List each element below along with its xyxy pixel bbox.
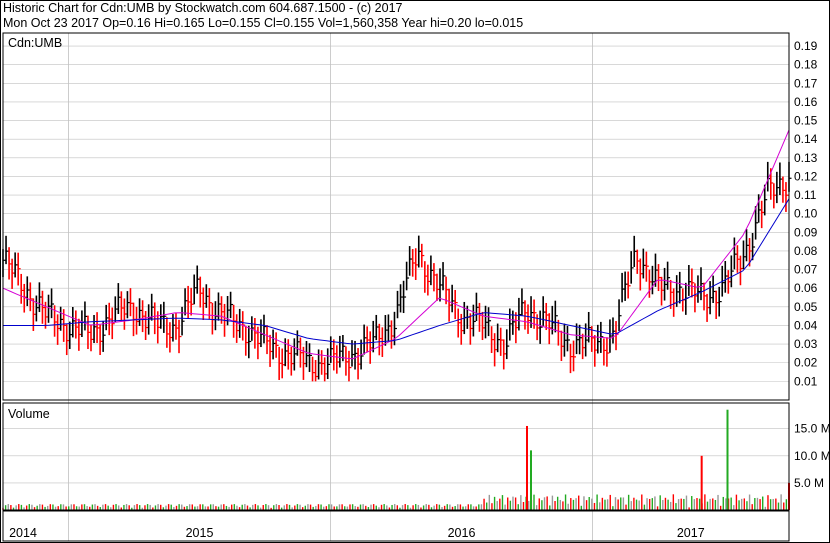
price-tick-label: 0.14 [794, 132, 818, 146]
time-axis-frame [2, 510, 790, 542]
volume-bars [2, 409, 790, 510]
price-panel-label: Cdn:UMB [8, 36, 62, 50]
year-tick-label: 2017 [677, 526, 705, 540]
long-moving-average [3, 198, 790, 345]
price-tick-label: 0.04 [794, 318, 818, 332]
volume-tick-label: 5.0 M [794, 476, 824, 490]
price-tick-label: 0.08 [794, 244, 818, 258]
price-panel-frame [2, 32, 790, 401]
price-tick-label: 0.11 [794, 188, 817, 202]
price-tick-label: 0.12 [794, 169, 818, 183]
volume-tick-label: 15.0 M [794, 422, 830, 436]
price-tick-label: 0.17 [794, 76, 818, 90]
price-tick-label: 0.01 [794, 374, 818, 388]
stock-chart: 0.01 0.02 0.03 0.04 0.05 0.06 0.07 0.08 0.09 0.10… [0, 0, 830, 543]
price-tick-label: 0.05 [794, 300, 818, 314]
price-tick-label: 0.18 [794, 58, 818, 72]
moving-average-lines [2, 129, 790, 360]
price-tick-label: 0.13 [794, 151, 818, 165]
price-tick-label: 0.16 [794, 95, 818, 109]
price-tick-label: 0.09 [794, 225, 818, 239]
price-tick-label: 0.10 [794, 207, 818, 221]
price-tick-label: 0.15 [794, 114, 818, 128]
year-tick-label: 2016 [448, 526, 476, 540]
year-tick-label: 2015 [186, 526, 214, 540]
price-tick-label: 0.03 [794, 337, 818, 351]
price-tick-label: 0.19 [794, 39, 818, 53]
volume-panel-label: Volume [8, 407, 50, 421]
price-tick-label: 0.02 [794, 356, 818, 370]
volume-panel-frame [2, 402, 790, 511]
short-moving-average [2, 129, 790, 360]
price-tick-label: 0.06 [794, 281, 818, 295]
year-tick-label: 2014 [9, 526, 37, 540]
volume-tick-label: 10.0 M [794, 449, 830, 463]
price-tick-label: 0.07 [794, 263, 818, 277]
